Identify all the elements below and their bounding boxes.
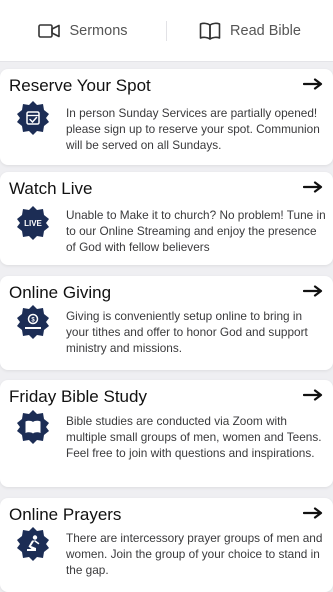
tab-read-bible[interactable]: Read Bible — [167, 0, 333, 61]
tab-sermons[interactable]: Sermons — [0, 0, 166, 61]
live-badge-icon: LIVE — [16, 206, 50, 240]
card-title: Online Prayers — [9, 505, 122, 524]
card-title: Friday Bible Study — [9, 387, 147, 406]
arrow-right-icon[interactable] — [302, 388, 323, 406]
card-title: Reserve Your Spot — [9, 76, 151, 95]
card-description: Unable to Make it to church? No problem!… — [66, 208, 326, 254]
card-title: Watch Live — [9, 179, 93, 198]
top-tab-bar: Sermons Read Bible — [0, 0, 333, 62]
card-description: There are intercessory prayer groups of … — [66, 531, 323, 577]
money-giving-icon: $ — [16, 305, 50, 339]
card-reserve-your-spot[interactable]: Reserve Your Spot In person Sunday Servi… — [0, 69, 333, 165]
arrow-right-icon[interactable] — [302, 77, 323, 95]
card-description: Bible studies are conducted via Zoom wit… — [66, 414, 322, 460]
tab-sermons-label: Sermons — [69, 22, 128, 39]
bible-book-icon — [16, 410, 50, 444]
praying-person-icon — [16, 527, 50, 561]
arrow-right-icon[interactable] — [302, 284, 323, 302]
arrow-right-icon[interactable] — [302, 180, 323, 198]
card-online-giving[interactable]: Online Giving $ Giving is conveniently s… — [0, 276, 333, 370]
open-book-icon — [199, 22, 221, 40]
video-camera-icon — [38, 23, 61, 39]
arrow-right-icon[interactable] — [302, 506, 323, 524]
card-online-prayers[interactable]: Online Prayers There are intercessory pr… — [0, 498, 333, 592]
card-watch-live[interactable]: Watch Live LIVE Unable to Make it to chu… — [0, 172, 333, 265]
card-description: In person Sunday Services are partially … — [66, 106, 320, 152]
live-badge-text: LIVE — [24, 219, 42, 228]
card-friday-bible-study[interactable]: Friday Bible Study Bible studies are con… — [0, 380, 333, 487]
card-description: Giving is conveniently setup online to b… — [66, 309, 308, 355]
calendar-check-icon — [16, 101, 50, 135]
card-title: Online Giving — [9, 283, 112, 302]
tab-read-bible-label: Read Bible — [230, 22, 301, 39]
